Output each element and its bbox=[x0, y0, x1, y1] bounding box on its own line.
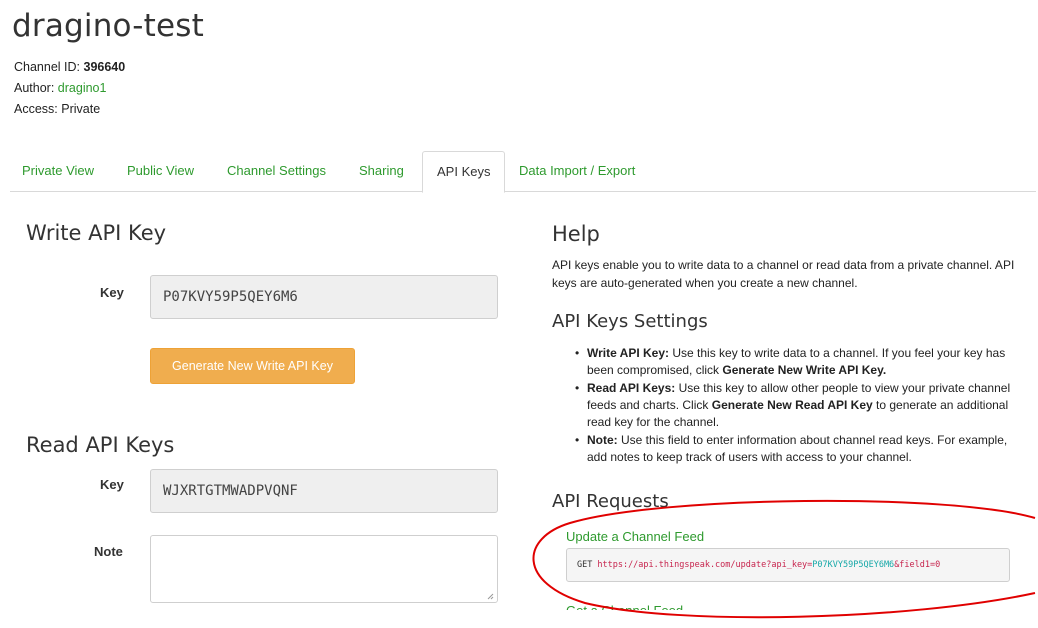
author-link[interactable]: dragino1 bbox=[58, 81, 107, 95]
bullet-bold: Generate New Read API Key bbox=[711, 398, 873, 412]
request-params: &field1=0 bbox=[894, 560, 941, 570]
channel-tabs: Private View Public View Channel Setting… bbox=[10, 151, 1036, 193]
read-key-field[interactable]: WJXRTGTMWADPVQNF bbox=[150, 469, 498, 513]
read-api-keys-heading: Read API Keys bbox=[26, 433, 175, 457]
author-row: Author: dragino1 bbox=[14, 81, 106, 95]
bullet-write-api-key: Write API Key: Use this key to write dat… bbox=[573, 345, 1023, 379]
access-value: Private bbox=[61, 102, 101, 116]
api-keys-settings-heading: API Keys Settings bbox=[552, 311, 708, 332]
tab-sharing[interactable]: Sharing bbox=[359, 151, 404, 191]
bullet-title: Note: bbox=[587, 433, 618, 447]
generate-write-key-button[interactable]: Generate New Write API Key bbox=[150, 348, 355, 384]
channel-id-label: Channel ID: bbox=[14, 60, 81, 74]
help-intro-line-1: API keys enable you to write data to a c… bbox=[552, 258, 1015, 272]
request-api-key: P07KVY59P5QEY6M6 bbox=[812, 560, 895, 570]
bullet-title: Write API Key: bbox=[587, 346, 670, 360]
author-label: Author: bbox=[14, 81, 55, 95]
read-key-label: Key bbox=[100, 477, 124, 492]
settings-bullet-list: Write API Key: Use this key to write dat… bbox=[573, 345, 1023, 467]
tab-data-import-export[interactable]: Data Import / Export bbox=[519, 151, 635, 191]
channel-id-value: 396640 bbox=[83, 60, 126, 74]
write-api-key-heading: Write API Key bbox=[26, 221, 167, 245]
update-channel-feed-link[interactable]: Update a Channel Feed bbox=[566, 529, 704, 544]
api-requests-heading: API Requests bbox=[552, 491, 669, 512]
channel-id-row: Channel ID: 396640 bbox=[14, 60, 125, 74]
write-key-label: Key bbox=[100, 285, 124, 300]
write-key-field[interactable]: P07KVY59P5QEY6M6 bbox=[150, 275, 498, 319]
bullet-title: Read API Keys: bbox=[587, 381, 676, 395]
help-heading: Help bbox=[552, 222, 600, 246]
request-url: https://api.thingspeak.com/update?api_ke… bbox=[597, 560, 813, 570]
note-textarea[interactable] bbox=[150, 535, 498, 603]
bullet-bold: Generate New Write API Key. bbox=[722, 363, 887, 377]
get-channel-feed-link[interactable]: Get a Channel Feed bbox=[566, 598, 683, 610]
bullet-note: Note: Use this field to enter informatio… bbox=[573, 432, 1023, 466]
tab-public-view[interactable]: Public View bbox=[127, 151, 194, 191]
bullet-text: Use this field to enter information abou… bbox=[587, 433, 1008, 464]
help-intro-line-2: keys are auto-generated when you create … bbox=[552, 276, 858, 290]
update-request-code: GET https://api.thingspeak.com/update?ap… bbox=[566, 548, 1010, 582]
note-label: Note bbox=[94, 544, 123, 559]
tab-private-view[interactable]: Private View bbox=[22, 151, 94, 191]
help-intro: API keys enable you to write data to a c… bbox=[552, 256, 1032, 292]
access-row: Access: Private bbox=[14, 102, 100, 116]
tab-channel-settings[interactable]: Channel Settings bbox=[227, 151, 326, 191]
bullet-read-api-keys: Read API Keys: Use this key to allow oth… bbox=[573, 380, 1023, 431]
request-method: GET bbox=[577, 560, 593, 570]
access-label: Access: bbox=[14, 102, 58, 116]
channel-title: dragino-test bbox=[12, 8, 205, 44]
resize-handle-icon[interactable] bbox=[486, 592, 494, 600]
tab-api-keys[interactable]: API Keys bbox=[422, 151, 506, 193]
